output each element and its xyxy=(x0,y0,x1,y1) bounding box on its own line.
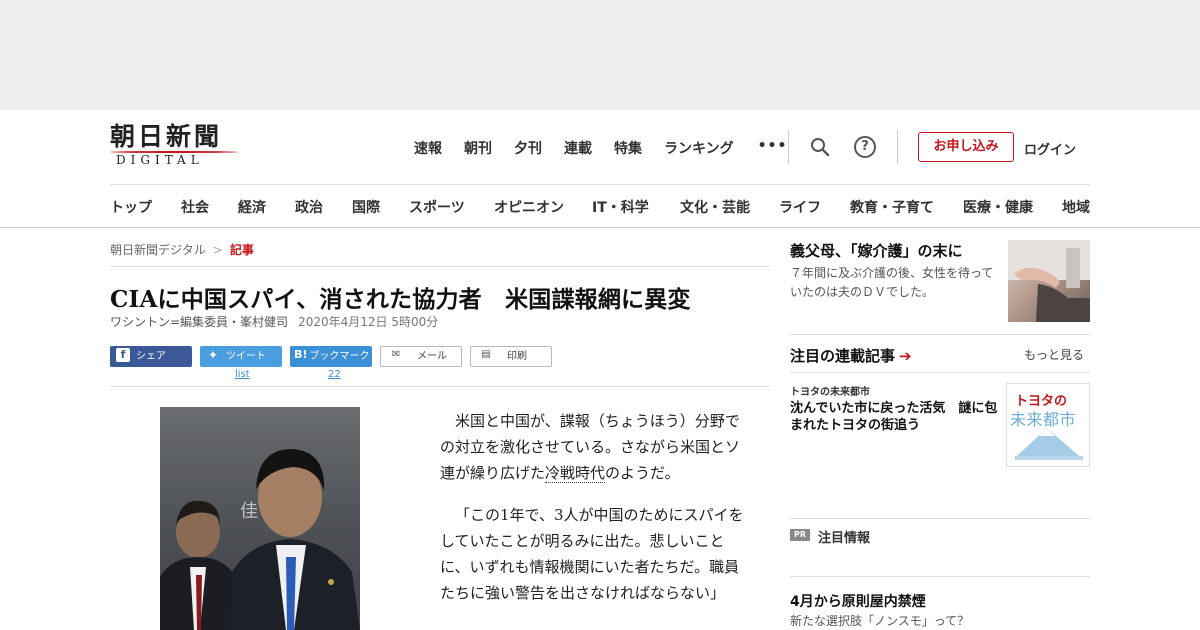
series-more-link[interactable]: もっと見る xyxy=(1024,346,1084,363)
twitter-share-label: ツイート xyxy=(226,351,266,362)
topnav-item-tokushu[interactable]: 特集 xyxy=(614,138,642,158)
print-button[interactable]: ▤ 印刷 xyxy=(470,346,552,367)
article-photo[interactable]: 佳 xyxy=(160,407,360,630)
article-byline: ワシントン=編集委員・峯村健司 2020年4月12日 5時00分 xyxy=(110,313,438,330)
hatena-bookmark-icon: B! xyxy=(294,348,308,361)
login-link[interactable]: ログイン xyxy=(1024,139,1076,158)
print-label: 印刷 xyxy=(507,351,527,362)
series-article-title[interactable]: 沈んでいた市に戻った活気 謎に包まれたトヨタの街追う xyxy=(790,400,1002,434)
sidebar-divider xyxy=(790,334,1090,335)
mail-share-button[interactable]: ✉ メール xyxy=(380,346,462,367)
category-nav: トップ 社会 経済 政治 国際 スポーツ オピニオン IT・科学 文化・芸能 ラ… xyxy=(110,197,1090,217)
header-divider-line xyxy=(110,184,1090,185)
pr-section-label: 注目情報 xyxy=(818,531,871,546)
cat-item-life[interactable]: ライフ xyxy=(779,197,821,217)
sidebar-divider xyxy=(790,372,1090,373)
publish-date: 2020年4月12日 5時00分 xyxy=(298,315,439,329)
article-body: 米国と中国が、諜報（ちょうほう）分野での対立を激化させている。さながら米国とソ連… xyxy=(440,408,748,622)
pr-article-summary: 新たな選択肢「ノンスモ」って？ xyxy=(790,614,970,628)
paragraph-text: 「この1年で、3人が中国のためにスパイをしていたことが明るみに出た。悲しいことに… xyxy=(440,506,744,602)
series-label: トヨタの未来都市 xyxy=(790,387,870,398)
article-paragraph: 米国と中国が、諜報（ちょうほう）分野での対立を激化させている。さながら米国とソ連… xyxy=(440,408,748,486)
logo-sub-text: DIGITAL xyxy=(116,153,204,167)
thumbnail-illustration xyxy=(1008,240,1090,322)
article-title: CIAに中国スパイ、消された協力者 米国諜報網に異変 xyxy=(110,286,691,313)
header-divider xyxy=(788,130,789,164)
cat-item-economy[interactable]: 経済 xyxy=(238,197,266,217)
photo-illustration xyxy=(160,449,360,630)
arrow-right-icon: ➔ xyxy=(899,347,912,365)
mail-icon: ✉ xyxy=(391,349,401,360)
divider xyxy=(110,266,770,267)
logo-main-text: 朝日新聞 xyxy=(110,122,223,151)
sidebar-divider xyxy=(790,518,1090,519)
site-logo[interactable]: 朝日新聞 DIGITAL xyxy=(110,122,242,172)
cat-item-health[interactable]: 医療・健康 xyxy=(963,197,1033,217)
series-heading-text: 注目の連載記事 xyxy=(790,347,896,365)
facebook-icon: f xyxy=(116,348,130,362)
article-paragraph: 「この1年で、3人が中国のためにスパイをしていたことが明るみに出た。悲しいことに… xyxy=(440,502,748,606)
logo-red-line xyxy=(110,151,238,153)
cat-item-it-science[interactable]: IT・科学 xyxy=(592,197,649,217)
printer-icon: ▤ xyxy=(481,349,491,360)
sidebar-divider xyxy=(790,576,1090,577)
mail-share-label: メール xyxy=(417,351,447,362)
topnav-item-yukan[interactable]: 夕刊 xyxy=(514,138,542,158)
twitter-share-button[interactable]: ✦ ツイート xyxy=(200,346,282,367)
topnav-item-ranking[interactable]: ランキング xyxy=(664,138,734,158)
cat-item-top[interactable]: トップ xyxy=(110,197,152,217)
cat-item-sports[interactable]: スポーツ xyxy=(409,197,465,217)
cat-item-opinion[interactable]: オピニオン xyxy=(494,197,564,217)
twitter-bird-icon: ✦ xyxy=(207,348,219,362)
hatena-bookmark-button[interactable]: B! ブックマーク xyxy=(290,346,372,367)
cat-item-society[interactable]: 社会 xyxy=(181,197,209,217)
hatena-count-link[interactable]: 22 xyxy=(328,369,341,380)
author: ワシントン=編集委員・峯村健司 xyxy=(110,315,289,329)
mountain-illustration xyxy=(1015,428,1083,460)
subscribe-button[interactable]: お申し込み xyxy=(918,132,1014,162)
top-nav: 速報 朝刊 夕刊 連載 特集 ランキング ••• xyxy=(414,138,809,158)
glossary-term-link[interactable]: 冷戦時代 xyxy=(545,464,606,483)
hatena-bookmark-label: ブックマーク xyxy=(309,351,370,362)
nav-bottom-border xyxy=(0,227,1200,228)
topnav-item-sokuho[interactable]: 速報 xyxy=(414,138,442,158)
series-thumbnail[interactable]: トヨタの 未来都市 xyxy=(1006,383,1090,467)
sidebar-top-article-title[interactable]: 義父母、「嫁介護」の末に xyxy=(790,240,963,261)
breadcrumb-current: 記事 xyxy=(229,243,254,257)
photo-watermark-text: 佳 xyxy=(240,501,258,522)
twitter-count-link[interactable]: list xyxy=(235,369,250,380)
cat-item-education[interactable]: 教育・子育て xyxy=(850,197,934,217)
cat-item-local[interactable]: 地域 xyxy=(1062,197,1090,217)
cat-item-international[interactable]: 国際 xyxy=(352,197,380,217)
facebook-share-label: シェア xyxy=(136,351,166,362)
divider xyxy=(110,386,770,387)
topnav-item-rensai[interactable]: 連載 xyxy=(564,138,592,158)
pr-article-title[interactable]: 4月から原則屋内禁煙 xyxy=(790,591,926,611)
breadcrumb-chevron-icon: > xyxy=(212,243,223,257)
breadcrumb-home[interactable]: 朝日新聞デジタル xyxy=(110,243,206,257)
pr-badge: PR xyxy=(790,529,810,541)
topnav-item-choukan[interactable]: 朝刊 xyxy=(464,138,492,158)
paragraph-text: のようだ。 xyxy=(605,464,680,482)
search-icon[interactable] xyxy=(810,137,830,157)
facebook-share-button[interactable]: f シェア xyxy=(110,346,192,367)
cat-item-culture[interactable]: 文化・芸能 xyxy=(680,197,750,217)
series-heading: 注目の連載記事 ➔ xyxy=(790,345,912,366)
sidebar-top-article-summary: ７年間に及ぶ介護の後、女性を待っていたのは夫のＤＶでした。 xyxy=(790,266,994,299)
sidebar-top-article-thumbnail[interactable] xyxy=(1008,240,1090,322)
breadcrumb: 朝日新聞デジタル > 記事 xyxy=(110,241,254,258)
header-divider xyxy=(897,130,898,164)
ad-banner-area xyxy=(0,0,1200,110)
help-icon[interactable]: ? xyxy=(854,136,876,158)
more-menu-icon[interactable]: ••• xyxy=(758,138,788,158)
cat-item-politics[interactable]: 政治 xyxy=(295,197,323,217)
